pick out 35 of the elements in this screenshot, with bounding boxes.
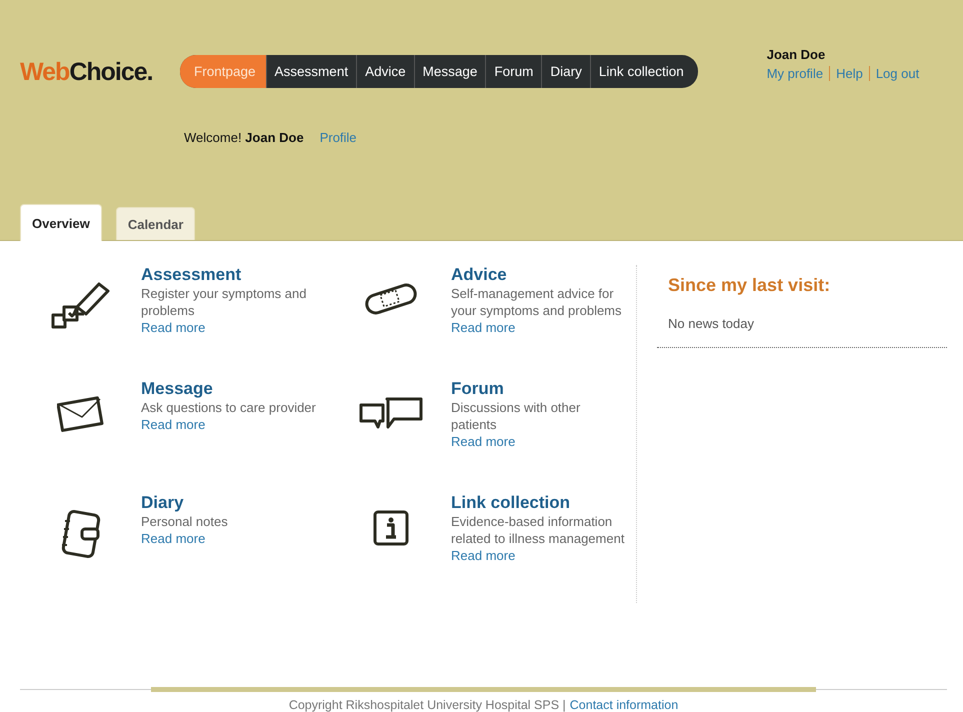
news-heading: Since my last visit: [668, 275, 832, 296]
user-name: Joan Doe [766, 47, 826, 62]
page-tab[interactable]: Overview [20, 204, 102, 241]
nav-tab[interactable]: Assessment [266, 55, 356, 88]
feature-title[interactable]: Link collection [451, 493, 627, 513]
speech-bubbles-icon [358, 395, 424, 431]
contact-link[interactable]: Contact information [570, 698, 678, 712]
read-more-link[interactable]: Read more [451, 547, 627, 564]
feature-description: Discussions with other patients [451, 399, 582, 433]
read-more-link[interactable]: Read more [141, 416, 317, 433]
read-more-link[interactable]: Read more [141, 530, 317, 547]
feature-description: Ask questions to care provider [141, 399, 317, 416]
feature-title[interactable]: Assessment [141, 265, 317, 285]
news-text: No news today [668, 316, 755, 331]
feature-description: Register your symptoms and problems [141, 285, 308, 319]
info-icon [372, 509, 410, 547]
read-more-link[interactable]: Read more [451, 433, 627, 450]
feature-description: Evidence-based information related to illness management [451, 513, 626, 547]
feature-title[interactable]: Advice [451, 265, 627, 285]
page-tab[interactable]: Calendar [116, 207, 196, 240]
feature-title[interactable]: Message [141, 379, 317, 399]
feature-description: Self-management advice for your symptoms and problems [451, 285, 623, 319]
nav-tab[interactable]: Forum [485, 55, 542, 88]
copyright-text: Copyright Rikshospitalet University Hospital SPS | [288, 698, 566, 712]
feature-title[interactable]: Forum [451, 379, 627, 399]
read-more-link[interactable]: Read more [451, 319, 627, 336]
welcome-text: Welcome! Joan Doe [184, 130, 304, 145]
nav-tab[interactable]: Advice [356, 55, 414, 88]
nav-tab[interactable]: Diary [541, 55, 590, 88]
nav-tab[interactable]: Message [414, 55, 486, 88]
read-more-link[interactable]: Read more [141, 319, 317, 336]
webchoice-logo: WebChoice. [20, 58, 154, 87]
feature-description: Personal notes [141, 513, 229, 530]
nav-tab[interactable]: Link collection [590, 55, 698, 88]
feature-title[interactable]: Diary [141, 493, 317, 513]
